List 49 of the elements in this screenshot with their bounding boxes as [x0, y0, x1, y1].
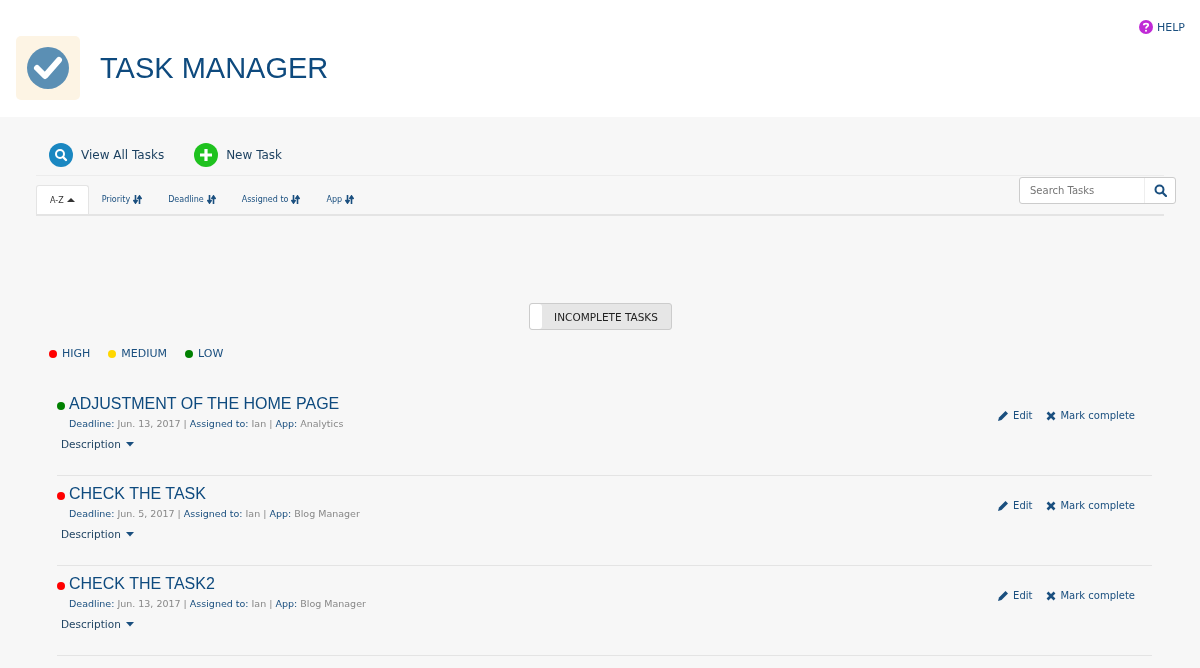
- task-title[interactable]: ADJUSTMENT OF THE HOME PAGE: [69, 395, 340, 413]
- sort-tab[interactable]: Priority: [88, 185, 156, 213]
- edit-link[interactable]: Edit: [998, 589, 1033, 602]
- edit-link[interactable]: Edit: [998, 499, 1033, 512]
- mark-complete-link[interactable]: Mark complete: [1046, 589, 1135, 602]
- sort-icon: [291, 194, 301, 204]
- pencil-icon: [998, 500, 1010, 511]
- help-link[interactable]: HELP: [1139, 20, 1185, 34]
- caret-down-icon: [125, 531, 134, 537]
- caret-down-icon: [125, 621, 134, 627]
- task-details: Deadline: Jun. 13, 2017 | Assigned to: Ian | App: Analytics: [68, 417, 344, 429]
- plus-icon: [194, 143, 219, 167]
- search-icon: [1153, 184, 1167, 197]
- close-icon: [1046, 500, 1057, 511]
- action-link[interactable]: New Task: [194, 143, 283, 167]
- edit-link[interactable]: Edit: [998, 409, 1033, 422]
- description-dropdown[interactable]: Description: [57, 429, 344, 450]
- action-link[interactable]: View All Tasks: [49, 143, 165, 167]
- caret-down-icon: [125, 441, 134, 447]
- task-title[interactable]: CHECK THE TASK2: [69, 575, 215, 593]
- mark-complete-link[interactable]: Mark complete: [1046, 409, 1135, 422]
- description-dropdown[interactable]: Description: [57, 519, 360, 540]
- sort-tab[interactable]: App: [313, 185, 368, 213]
- close-icon: [1046, 410, 1057, 421]
- close-icon: [1046, 590, 1057, 601]
- legend-label: LOW: [198, 347, 224, 360]
- legend-label: MEDIUM: [121, 347, 167, 360]
- app-logo: [16, 36, 80, 100]
- sort-tab[interactable]: Deadline: [155, 185, 229, 213]
- search-bar[interactable]: Search Tasks: [1019, 177, 1176, 204]
- task-title[interactable]: CHECK THE TASK: [69, 485, 206, 503]
- sort-icon: [345, 194, 355, 204]
- pencil-icon: [998, 590, 1010, 601]
- description-dropdown[interactable]: Description: [57, 609, 366, 630]
- filter-toggle[interactable]: INCOMPLETE TASKS: [528, 303, 672, 330]
- caret-up-icon: [66, 197, 75, 203]
- legend-label: HIGH: [62, 347, 91, 360]
- search-icon: [49, 143, 73, 167]
- app-title: TASK MANAGER: [100, 51, 329, 85]
- search-field[interactable]: Search Tasks: [1020, 178, 1144, 203]
- pencil-icon: [998, 410, 1010, 421]
- task-details: Deadline: Jun. 13, 2017 | Assigned to: Ian | App: Blog Manager: [68, 597, 366, 609]
- mark-complete-link[interactable]: Mark complete: [1046, 499, 1135, 512]
- sort-tab[interactable]: A-Z: [36, 185, 89, 214]
- sort-icon: [133, 194, 143, 204]
- sort-icon: [206, 194, 216, 204]
- task-details: Deadline: Jun. 5, 2017 | Assigned to: Ian | App: Blog Manager: [68, 507, 360, 519]
- sort-tab[interactable]: Assigned to: [228, 185, 314, 213]
- help-icon: [1139, 20, 1153, 34]
